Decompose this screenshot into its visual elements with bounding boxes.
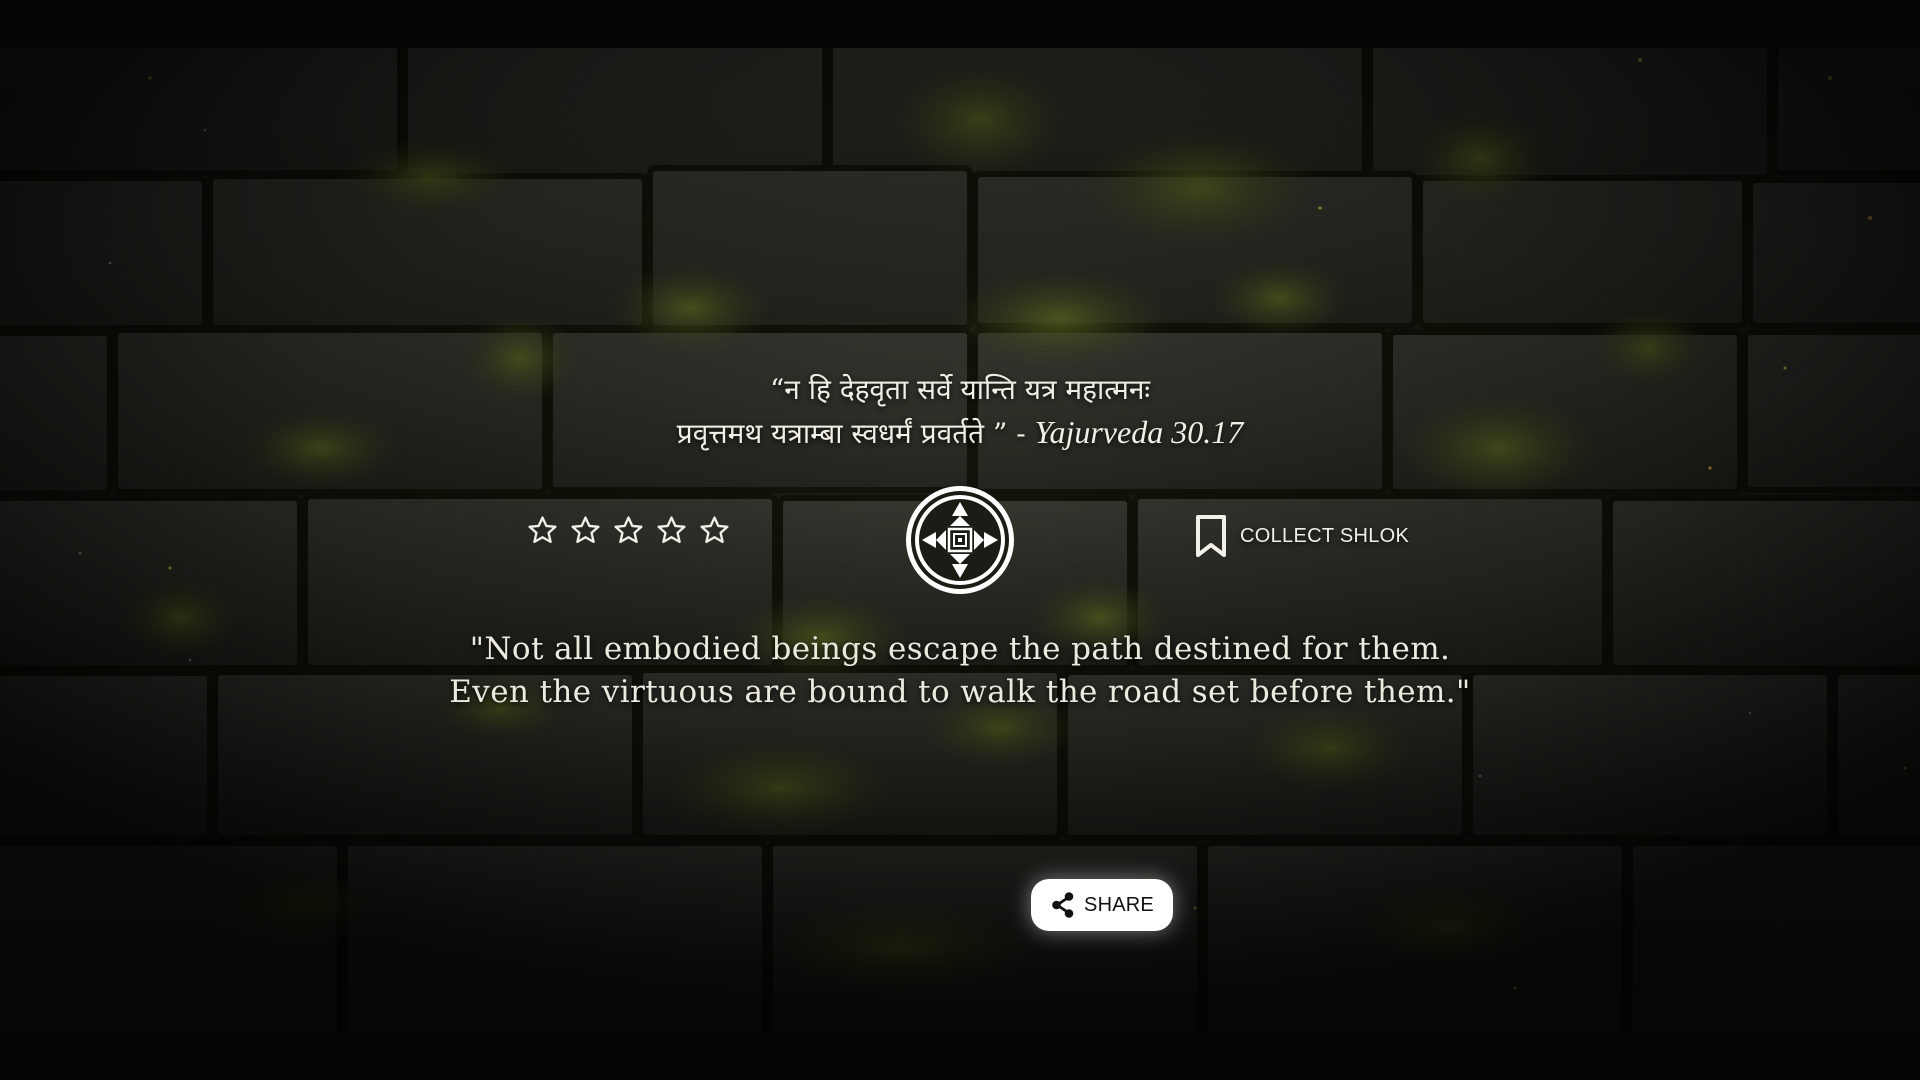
- star-rating[interactable]: [526, 514, 731, 547]
- star-outline-icon[interactable]: [655, 514, 688, 547]
- collect-shlok-label: COLLECT SHLOK: [1240, 524, 1410, 547]
- english-translation: "Not all embodied beings escape the path…: [410, 628, 1510, 714]
- share-label: SHARE: [1084, 893, 1154, 916]
- app-screen: “न हि देहवृता सर्वे यान्ति यत्र महात्मनः…: [0, 0, 1920, 1080]
- star-outline-icon[interactable]: [526, 514, 559, 547]
- bookmark-icon: [1196, 515, 1226, 557]
- action-row: COLLECT SHLOK: [0, 484, 1920, 596]
- sanskrit-line-2-text: प्रवृत्तमथ यत्राम्बा स्वधर्मं प्रवर्तते …: [676, 417, 1035, 450]
- sanskrit-line-1: “न हि देहवृता सर्वे यान्ति यत्र महात्मनः: [769, 373, 1151, 406]
- shlok-card: “न हि देहवृता सर्वे यान्ति यत्र महात्मनः…: [0, 0, 1920, 1080]
- translation-line-2: Even the virtuous are bound to walk the …: [449, 674, 1471, 710]
- translation-line-1: "Not all embodied beings escape the path…: [469, 631, 1451, 667]
- sanskrit-verse: “न हि देहवृता सर्वे यान्ति यत्र महात्मनः…: [460, 368, 1460, 455]
- share-icon: [1052, 892, 1074, 918]
- compass-mandala-icon[interactable]: [904, 484, 1016, 596]
- collect-shlok-button[interactable]: COLLECT SHLOK: [1194, 514, 1409, 558]
- share-button[interactable]: SHARE: [1031, 879, 1173, 931]
- star-outline-icon[interactable]: [612, 514, 645, 547]
- verse-source: Yajurveda 30.17: [1034, 414, 1244, 450]
- star-outline-icon[interactable]: [698, 514, 731, 547]
- star-outline-icon[interactable]: [569, 514, 602, 547]
- sanskrit-line-2: प्रवृत्तमथ यत्राम्बा स्वधर्मं प्रवर्तते …: [460, 411, 1460, 455]
